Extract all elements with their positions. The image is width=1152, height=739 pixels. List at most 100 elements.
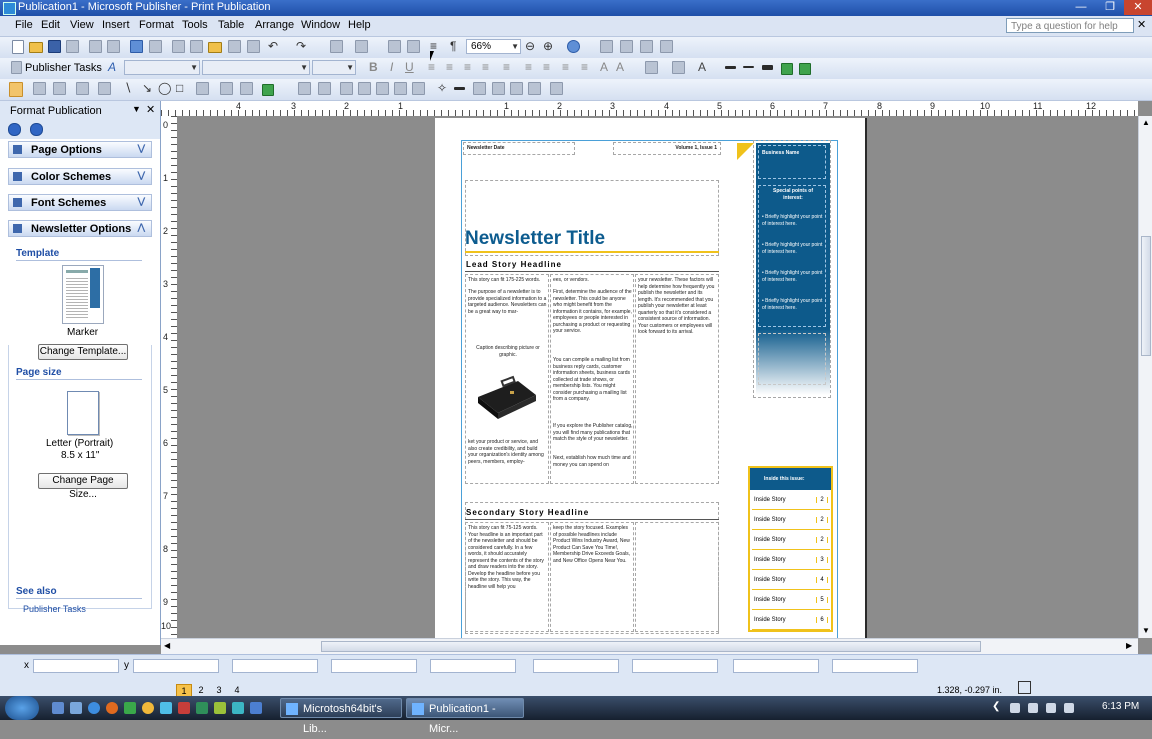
lead-column-2[interactable]: ees, or vendors. First, determine the au…	[550, 274, 634, 484]
justify-icon[interactable]: ≡	[482, 60, 489, 74]
format-painter-icon[interactable]	[228, 40, 241, 53]
tracking-field[interactable]	[533, 659, 619, 673]
start-button[interactable]	[5, 696, 39, 720]
app-icon[interactable]	[160, 702, 172, 714]
height-field[interactable]	[331, 659, 417, 673]
spacing-field[interactable]	[832, 659, 918, 673]
insert-object-icon[interactable]	[262, 84, 274, 96]
zoom-out-icon[interactable]: ⊖	[525, 39, 535, 53]
font-grow-icon[interactable]: A	[600, 60, 608, 74]
text-box-icon[interactable]	[33, 82, 46, 95]
taskbar-item-library[interactable]: Microtosh64bit's Lib...	[280, 698, 402, 735]
scroll-thumb[interactable]	[1141, 236, 1151, 356]
y-position-field[interactable]	[133, 659, 219, 673]
secondary-column-2[interactable]: keep the story focused. Examples of poss…	[550, 522, 634, 632]
scroll-thumb[interactable]	[321, 641, 981, 652]
inside-this-issue-table[interactable]: Inside this issue: Inside Story 2 Inside S…	[748, 466, 833, 632]
menu-view[interactable]: View	[70, 19, 94, 31]
bullets-icon[interactable]: ≡	[543, 60, 550, 74]
font-select[interactable]: ▼	[202, 60, 310, 75]
rectangle-tool-icon[interactable]: □	[176, 81, 183, 95]
media-icon[interactable]	[142, 702, 154, 714]
inside-row[interactable]: Inside Story 5	[752, 592, 830, 610]
lead-story-headline[interactable]: Lead Story Headline	[466, 260, 562, 269]
menu-edit[interactable]: Edit	[41, 19, 60, 31]
pane-menu-chevron-icon[interactable]: ▼	[132, 104, 141, 114]
link-icon[interactable]	[600, 40, 613, 53]
reset-picture-icon[interactable]	[528, 82, 541, 95]
rotation-field[interactable]	[430, 659, 516, 673]
textbox-next-icon[interactable]	[660, 40, 673, 53]
open-icon[interactable]	[29, 42, 43, 53]
lead-column-3[interactable]: your newsletter. These factors will help…	[635, 274, 719, 484]
text-wrap-icon[interactable]	[473, 82, 486, 95]
save-icon[interactable]	[48, 40, 61, 53]
zoom-page-icon[interactable]	[407, 40, 420, 53]
menu-window[interactable]: Window	[301, 19, 340, 31]
brightness-icon[interactable]	[376, 82, 389, 95]
close-button[interactable]: ✕	[1124, 0, 1152, 15]
publication-canvas[interactable]: Newsletter Date Volume 1, Issue 1 Newsle…	[177, 116, 1138, 638]
template-thumbnail[interactable]	[62, 265, 104, 324]
tray-icon[interactable]	[1046, 703, 1056, 713]
section-color-schemes[interactable]: Color Schemes ⋁	[8, 168, 152, 185]
newsletter-title[interactable]: Newsletter Title	[465, 228, 605, 250]
lead-column-1[interactable]: This story can fit 175-225 words. The pu…	[465, 274, 549, 484]
redo-icon[interactable]: ↷	[296, 39, 306, 53]
italic-icon[interactable]: I	[390, 60, 393, 74]
menu-help[interactable]: Help	[348, 19, 371, 31]
internet-explorer-icon[interactable]	[88, 702, 100, 714]
page-size-thumbnail[interactable]	[67, 391, 99, 435]
group-icon[interactable]	[388, 40, 401, 53]
print-icon[interactable]	[66, 40, 79, 53]
kerning-field[interactable]	[733, 659, 819, 673]
hotspot-icon[interactable]	[220, 82, 233, 95]
publisher-tasks-link[interactable]: Publisher Tasks	[23, 604, 86, 614]
document-close-icon[interactable]: ✕	[1137, 18, 1146, 31]
app-icon[interactable]	[214, 702, 226, 714]
horizontal-ruler[interactable]: 4 3 2 1 1 2 3 4 5 6 7 8 9 10 11 12	[161, 101, 1138, 117]
oval-tool-icon[interactable]: ◯	[158, 81, 171, 95]
pilcrow-icon[interactable]: ¶	[450, 39, 456, 53]
minimize-button[interactable]: —	[1067, 0, 1095, 15]
scroll-right-icon[interactable]: ▶	[1126, 641, 1132, 650]
sidebar-empty-box[interactable]	[758, 333, 826, 385]
line-tool-icon[interactable]: ∖	[124, 81, 132, 95]
rotate-left-icon[interactable]	[318, 82, 331, 95]
line-color-icon[interactable]	[672, 61, 685, 74]
autoshapes-icon[interactable]	[196, 82, 209, 95]
new-icon[interactable]	[12, 40, 24, 54]
date-textbox[interactable]: Newsletter Date	[463, 142, 575, 155]
volume-textbox[interactable]: Volume 1, Issue 1	[613, 142, 721, 155]
bring-forward-icon[interactable]	[330, 40, 343, 53]
menu-file[interactable]: File	[15, 19, 33, 31]
decrease-indent-icon[interactable]: ≡	[562, 60, 569, 74]
show-desktop-icon[interactable]	[52, 702, 64, 714]
volume-icon[interactable]	[1028, 703, 1038, 713]
dash-style-icon[interactable]	[743, 66, 754, 68]
task-pane-icon[interactable]	[11, 61, 22, 74]
arrow-style-icon[interactable]	[762, 65, 773, 70]
3d-style-icon[interactable]	[799, 63, 811, 75]
secondary-column-1[interactable]: This story can fit 75-125 words. Your he…	[465, 522, 549, 632]
section-page-options[interactable]: Page Options ⋁	[8, 141, 152, 158]
scroll-down-icon[interactable]: ▼	[1142, 626, 1150, 635]
align-left-icon[interactable]: ≡	[428, 60, 435, 74]
menu-arrange[interactable]: Arrange	[255, 19, 294, 31]
rotate-icon[interactable]	[355, 40, 368, 53]
copy-icon[interactable]	[190, 40, 203, 53]
section-font-schemes[interactable]: Font Schemes ⋁	[8, 194, 152, 211]
inside-row[interactable]: Inside Story 2	[752, 532, 830, 550]
scroll-left-icon[interactable]: ◀	[164, 641, 170, 650]
inside-row[interactable]: Inside Story 4	[752, 572, 830, 590]
help-search-input[interactable]: Type a question for help	[1006, 18, 1134, 33]
inside-row[interactable]: Inside Story 6	[752, 612, 830, 630]
briefcase-picture[interactable]	[472, 367, 540, 421]
secondary-column-3[interactable]	[635, 522, 719, 632]
menu-table[interactable]: Table	[218, 19, 244, 31]
publisher-app-icon[interactable]	[3, 2, 16, 15]
maximize-button[interactable]: ❐	[1096, 0, 1124, 15]
app-icon[interactable]	[124, 702, 136, 714]
clock[interactable]: 6:13 PM	[1102, 701, 1139, 712]
unlink-icon[interactable]	[620, 40, 633, 53]
